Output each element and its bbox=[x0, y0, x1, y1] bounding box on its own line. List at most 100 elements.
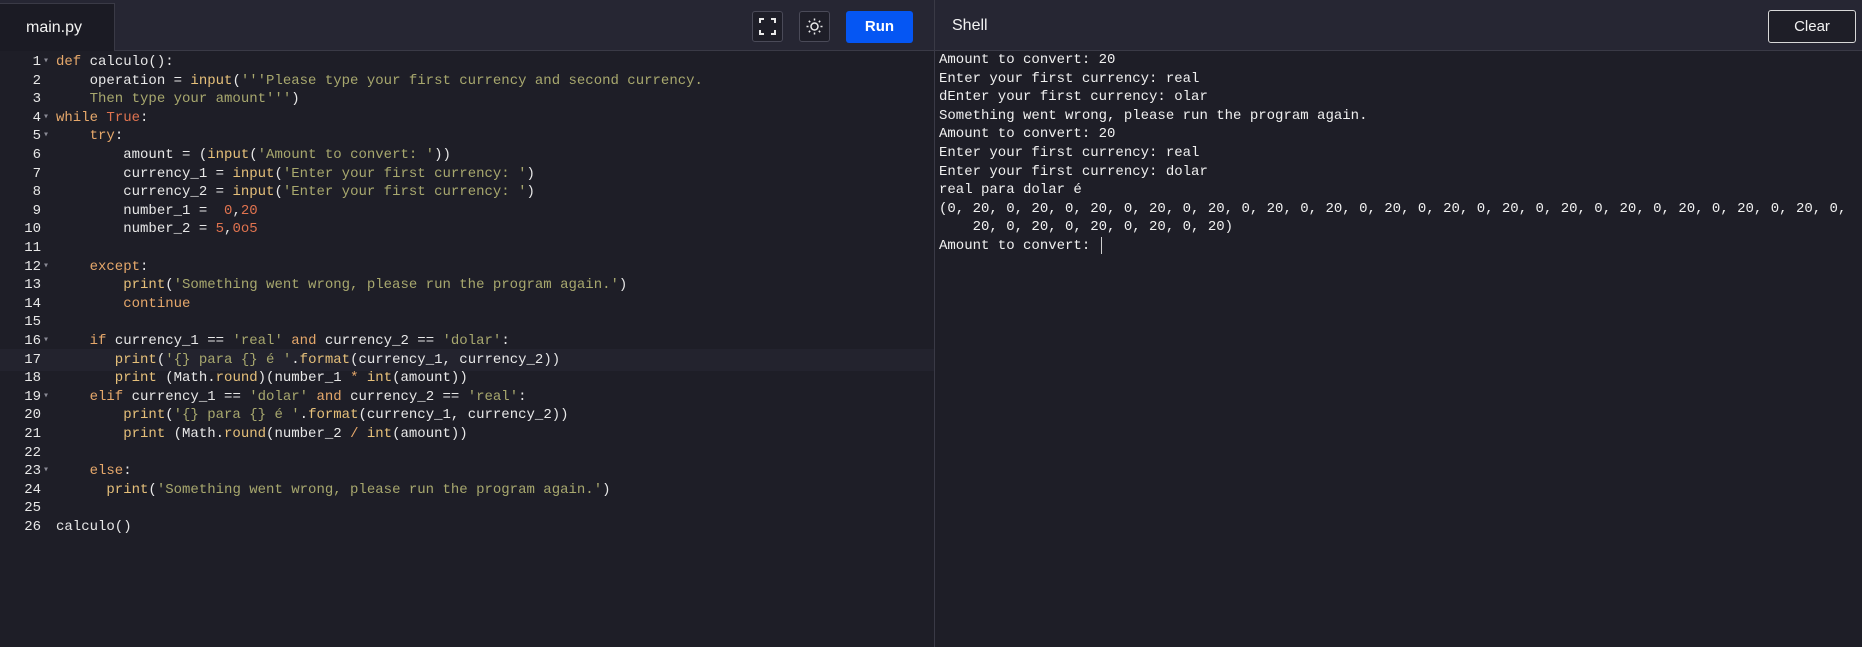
code-token: format bbox=[299, 351, 351, 368]
code-token: ( bbox=[232, 72, 241, 89]
code-line[interactable]: 26 calculo() bbox=[0, 516, 934, 538]
file-tab-main-py[interactable]: main.py bbox=[0, 3, 115, 51]
fullscreen-button[interactable] bbox=[752, 11, 783, 42]
code-token: 'dolar' bbox=[249, 388, 309, 405]
code-token: ( bbox=[274, 165, 283, 182]
shell-output-line: Amount to convert: bbox=[939, 235, 1102, 257]
code-token: 5 bbox=[215, 221, 225, 238]
shell-output[interactable]: Amount to convert: 20 Enter your first cu… bbox=[935, 51, 1862, 647]
code-editor[interactable]: 1 ▾ def calculo(): 2 operation = input('''P… bbox=[0, 51, 934, 647]
code-token: '{} para {} é ' bbox=[173, 407, 300, 424]
code-token: input bbox=[232, 165, 275, 182]
code-token: 'real' bbox=[467, 388, 519, 405]
code-token: def bbox=[56, 54, 90, 70]
code-token: int bbox=[366, 426, 393, 442]
code-token: . bbox=[291, 351, 300, 368]
code-token: number_2 = bbox=[56, 221, 216, 238]
code-token: print bbox=[56, 426, 166, 442]
code-token: ) bbox=[526, 165, 535, 182]
code-token: amount = ( bbox=[56, 147, 208, 163]
code-token: )(number_1 bbox=[257, 370, 351, 387]
code-token: int bbox=[366, 370, 393, 387]
code-token: and bbox=[308, 388, 351, 405]
run-button[interactable]: Run bbox=[846, 11, 913, 43]
sun-icon bbox=[806, 18, 823, 35]
code-token: (Math. bbox=[165, 426, 225, 442]
code-token: print bbox=[56, 351, 157, 368]
code-token: calculo(): bbox=[89, 54, 174, 70]
code-token: print bbox=[56, 407, 166, 424]
code-token: : bbox=[501, 333, 510, 349]
code-token: ( bbox=[274, 184, 283, 201]
code-token: currency_2 == bbox=[324, 333, 443, 349]
code-token: number_1 = bbox=[56, 202, 225, 219]
code-token: while bbox=[56, 109, 107, 126]
code-token: . bbox=[299, 407, 309, 424]
code-token: except bbox=[56, 258, 141, 275]
code-token: 'real' bbox=[232, 333, 283, 349]
code-token: (amount)) bbox=[392, 426, 468, 442]
code-token: print bbox=[56, 370, 157, 387]
code-token: : bbox=[140, 109, 149, 126]
code-token: : bbox=[114, 128, 124, 145]
top-bar: main.py Run Shell Clear bbox=[0, 0, 1862, 51]
code-token: print bbox=[56, 481, 149, 498]
code-token: (number_2 bbox=[266, 426, 351, 442]
code-token: continue bbox=[56, 295, 191, 312]
code-text: calculo() bbox=[56, 516, 132, 538]
code-token: ) bbox=[602, 481, 611, 498]
code-token: 0o5 bbox=[232, 221, 258, 238]
code-token: 'Enter your first currency: ' bbox=[282, 184, 527, 201]
shell-title: Shell bbox=[952, 17, 988, 34]
code-token: elif bbox=[56, 388, 132, 405]
code-token: ( bbox=[165, 277, 174, 294]
code-token: print bbox=[56, 277, 166, 294]
code-token: currency_2 == bbox=[350, 388, 468, 405]
code-token: : bbox=[123, 463, 132, 480]
code-token: (amount)) bbox=[392, 370, 468, 387]
clear-button[interactable]: Clear bbox=[1768, 10, 1856, 43]
fullscreen-icon bbox=[759, 18, 776, 35]
code-token: : bbox=[518, 388, 527, 405]
code-token: (currency_1, currency_2)) bbox=[350, 351, 561, 368]
code-token: 'Something went wrong, please run the pr… bbox=[156, 481, 603, 498]
code-token: calculo() bbox=[56, 519, 132, 535]
code-token: input bbox=[207, 147, 250, 163]
code-token: : bbox=[140, 258, 149, 275]
code-token: round bbox=[224, 426, 267, 442]
theme-toggle-button[interactable] bbox=[799, 11, 830, 42]
code-token: (currency_1, currency_2)) bbox=[358, 407, 569, 424]
code-token: ( bbox=[165, 407, 174, 424]
code-token: ) bbox=[618, 277, 628, 294]
code-token: format bbox=[308, 407, 359, 424]
code-token: else bbox=[56, 463, 124, 480]
code-token: Then type your amount''' bbox=[56, 91, 292, 108]
code-token: ( bbox=[148, 481, 157, 498]
code-token: operation = bbox=[56, 72, 191, 89]
code-token: 'dolar' bbox=[442, 333, 502, 349]
code-token: input bbox=[190, 72, 233, 89]
input-cursor bbox=[1100, 236, 1102, 254]
code-token: ( bbox=[249, 147, 258, 163]
code-token: ) bbox=[526, 184, 535, 201]
code-token: True bbox=[106, 109, 141, 126]
code-token: currency_2 = bbox=[56, 184, 233, 201]
code-token: 'Enter your first currency: ' bbox=[282, 165, 527, 182]
code-token: and bbox=[282, 333, 325, 349]
code-token: if bbox=[56, 333, 115, 349]
code-token: input bbox=[232, 184, 275, 201]
code-token: , bbox=[232, 202, 241, 219]
code-token: currency_1 == bbox=[131, 388, 250, 405]
code-token: round bbox=[215, 370, 258, 387]
code-token: 'Something went wrong, please run the pr… bbox=[173, 277, 619, 294]
code-token: 'Amount to convert: ' bbox=[257, 147, 435, 163]
code-token: (Math. bbox=[156, 370, 216, 387]
code-token: '{} para {} é ' bbox=[165, 351, 292, 368]
code-token: )) bbox=[434, 147, 451, 163]
line-number: 26 bbox=[24, 519, 41, 535]
code-token: ) bbox=[291, 91, 300, 108]
code-token: '''Please type your first currency and s… bbox=[240, 72, 703, 89]
code-token: ( bbox=[156, 351, 166, 368]
